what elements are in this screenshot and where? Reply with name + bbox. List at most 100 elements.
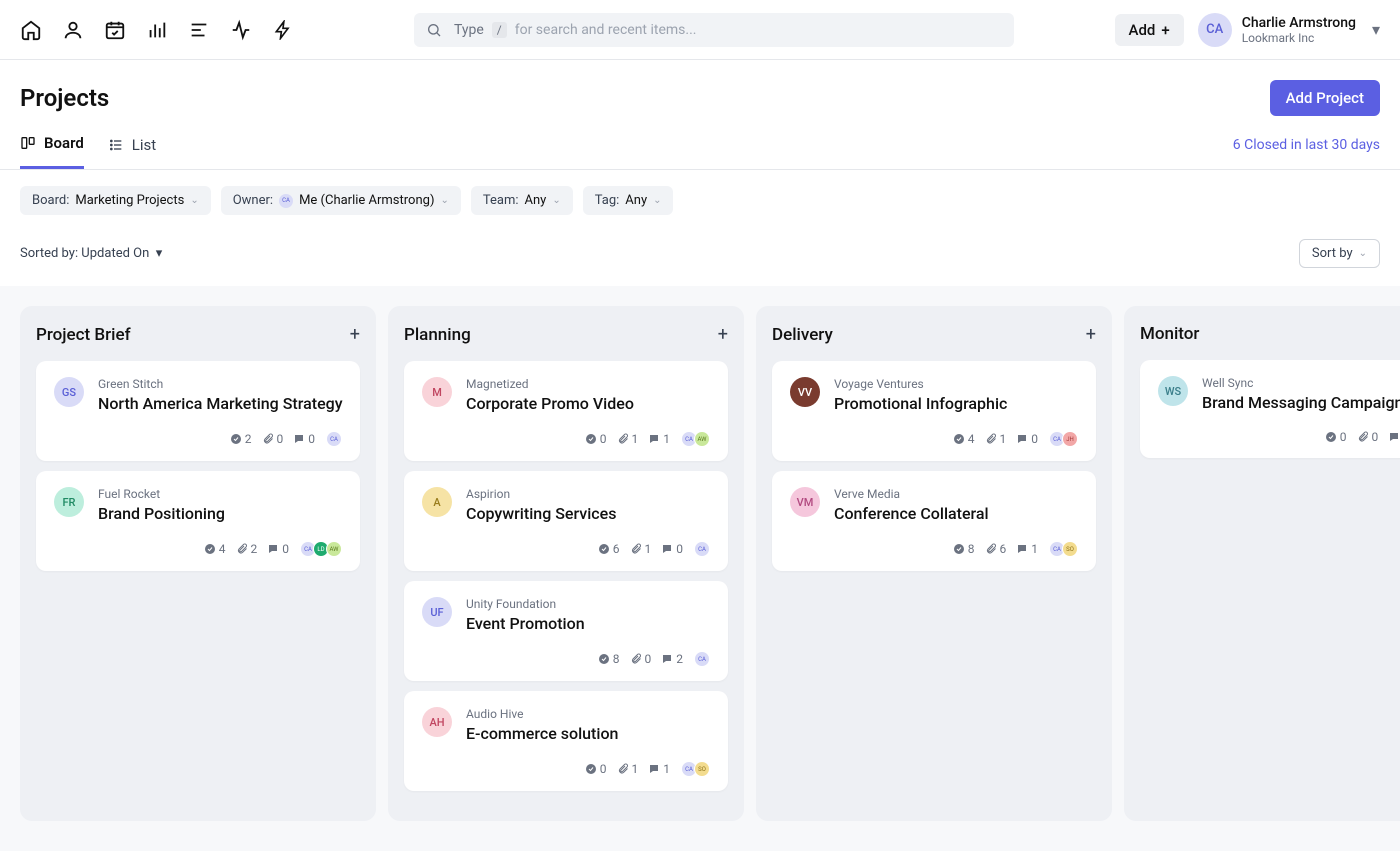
nav-icon-group <box>20 19 294 41</box>
filter-tag[interactable]: Tag: Any ⌄ <box>583 186 674 215</box>
card-footer: 8 6 1CASO <box>790 541 1078 557</box>
add-card-button[interactable]: + <box>718 324 728 345</box>
chevron-down-icon: ⌄ <box>653 195 661 206</box>
lines-icon[interactable] <box>188 19 210 41</box>
client-name: Well Sync <box>1202 376 1400 390</box>
project-card[interactable]: MMagnetizedCorporate Promo Video 0 1 1CA… <box>404 361 728 461</box>
add-button[interactable]: Add + <box>1115 14 1184 46</box>
assignee-avatar: AW <box>326 541 342 557</box>
column-title: Delivery <box>772 325 833 345</box>
card-footer: 0 0 0 <box>1158 430 1400 444</box>
assignee-group: CALDAW <box>303 541 342 557</box>
add-card-button[interactable]: + <box>350 324 360 345</box>
project-card[interactable]: UFUnity FoundationEvent Promotion 8 0 2C… <box>404 581 728 681</box>
client-name: Audio Hive <box>466 707 618 721</box>
stat-files: 0 <box>1357 430 1379 444</box>
project-card[interactable]: GS Green Stitch North America Marketing St… <box>36 361 360 461</box>
stat-files: 0 <box>262 432 284 446</box>
assignee-group: CAAW <box>684 431 710 447</box>
stat-tasks: 8 <box>598 652 620 666</box>
stat-comments: 0 <box>267 542 289 556</box>
column-title: Planning <box>404 325 471 345</box>
stat-tasks: 6 <box>598 542 620 556</box>
client-name: Fuel Rocket <box>98 487 225 501</box>
card-footer: 0 1 1CAAW <box>422 431 710 447</box>
bolt-icon[interactable] <box>272 19 294 41</box>
stat-comments: 0 <box>293 432 315 446</box>
owner-avatar-icon: CA <box>279 194 293 208</box>
add-project-button[interactable]: Add Project <box>1270 80 1380 116</box>
project-title: Conference Collateral <box>834 504 989 523</box>
board-columns: Project Brief + GS Green Stitch North Americ… <box>20 306 1400 821</box>
project-title: E-commerce solution <box>466 724 618 743</box>
chevron-down-icon: ⌄ <box>440 195 448 206</box>
client-name: Magnetized <box>466 377 634 391</box>
activity-icon[interactable] <box>230 19 252 41</box>
plus-icon: + <box>1161 21 1169 39</box>
stat-files: 2 <box>236 542 258 556</box>
project-card[interactable]: VMVerve MediaConference Collateral 8 6 1… <box>772 471 1096 571</box>
user-menu[interactable]: CA Charlie Armstrong Lookmark Inc ▾ <box>1198 13 1380 47</box>
filter-team[interactable]: Team: Any ⌄ <box>471 186 573 215</box>
bars-icon[interactable] <box>146 19 168 41</box>
search-icon <box>426 22 442 38</box>
client-name: Aspirion <box>466 487 616 501</box>
search-type-label: Type <box>454 22 484 38</box>
project-title: Event Promotion <box>466 614 585 633</box>
tab-board-label: Board <box>44 134 84 152</box>
calendar-check-icon[interactable] <box>104 19 126 41</box>
assignee-avatar: JH <box>1062 431 1078 447</box>
stat-comments: 0 <box>1016 432 1038 446</box>
search-slash-key: / <box>492 22 507 38</box>
add-card-button[interactable]: + <box>1086 324 1096 345</box>
assignee-group: CAJH <box>1052 431 1078 447</box>
card-footer: 2 0 0CA <box>54 431 342 447</box>
assignee-avatar: CA <box>326 431 342 447</box>
user-avatar: CA <box>1198 13 1232 47</box>
column-header: Project Brief + <box>36 324 360 345</box>
project-avatar: VV <box>790 377 820 407</box>
project-title: Copywriting Services <box>466 504 616 523</box>
sort-by-button[interactable]: Sort by ⌄ <box>1299 239 1380 268</box>
stat-comments: 1 <box>648 432 670 446</box>
project-title: North America Marketing Strategy <box>98 394 343 413</box>
search-bar[interactable]: Type / for search and recent items... <box>414 13 1014 47</box>
project-card[interactable]: FRFuel RocketBrand Positioning 4 2 0CALD… <box>36 471 360 571</box>
client-name: Unity Foundation <box>466 597 585 611</box>
tab-board[interactable]: Board <box>20 134 84 169</box>
project-card[interactable]: AAspirionCopywriting Services 6 1 0CA <box>404 471 728 571</box>
filter-bar: Board: Marketing Projects ⌄ Owner: CA Me… <box>0 170 1400 215</box>
chevron-down-icon: ⌄ <box>552 195 560 206</box>
card-footer: 0 1 1CASO <box>422 761 710 777</box>
tab-list[interactable]: List <box>108 136 156 168</box>
assignee-group: CASO <box>1052 541 1078 557</box>
sort-row: Sorted by: Updated On ▾ Sort by ⌄ <box>0 215 1400 286</box>
column-title: Monitor <box>1140 324 1199 344</box>
person-icon[interactable] <box>62 19 84 41</box>
assignee-group: CA <box>329 431 342 447</box>
filter-owner[interactable]: Owner: CA Me (Charlie Armstrong) ⌄ <box>221 186 461 215</box>
client-name: Verve Media <box>834 487 989 501</box>
top-right-group: Add + CA Charlie Armstrong Lookmark Inc … <box>1115 13 1381 47</box>
home-icon[interactable] <box>20 19 42 41</box>
column-title: Project Brief <box>36 325 131 345</box>
filter-board[interactable]: Board: Marketing Projects ⌄ <box>20 186 211 215</box>
chevron-down-icon: ⌄ <box>190 195 198 206</box>
page-header: Projects Add Project <box>0 60 1400 116</box>
sorted-by-label[interactable]: Sorted by: Updated On ▾ <box>20 246 162 261</box>
project-avatar: GS <box>54 377 84 407</box>
card-footer: 8 0 2CA <box>422 651 710 667</box>
assignee-avatar: SO <box>1062 541 1078 557</box>
stat-files: 1 <box>630 542 652 556</box>
list-icon <box>108 137 124 153</box>
card-footer: 6 1 0CA <box>422 541 710 557</box>
project-title: Promotional Infographic <box>834 394 1007 413</box>
project-avatar: FR <box>54 487 84 517</box>
client-name: Green Stitch <box>98 377 343 391</box>
chevron-down-icon: ▾ <box>1372 20 1380 39</box>
closed-count-link[interactable]: 6 Closed in last 30 days <box>1233 137 1380 167</box>
assignee-group: CA <box>697 651 710 667</box>
project-card[interactable]: AHAudio HiveE-commerce solution 0 1 1CAS… <box>404 691 728 791</box>
project-card[interactable]: VVVoyage VenturesPromotional Infographic… <box>772 361 1096 461</box>
project-card[interactable]: WSWell SyncBrand Messaging Campaign 0 0 … <box>1140 360 1400 458</box>
